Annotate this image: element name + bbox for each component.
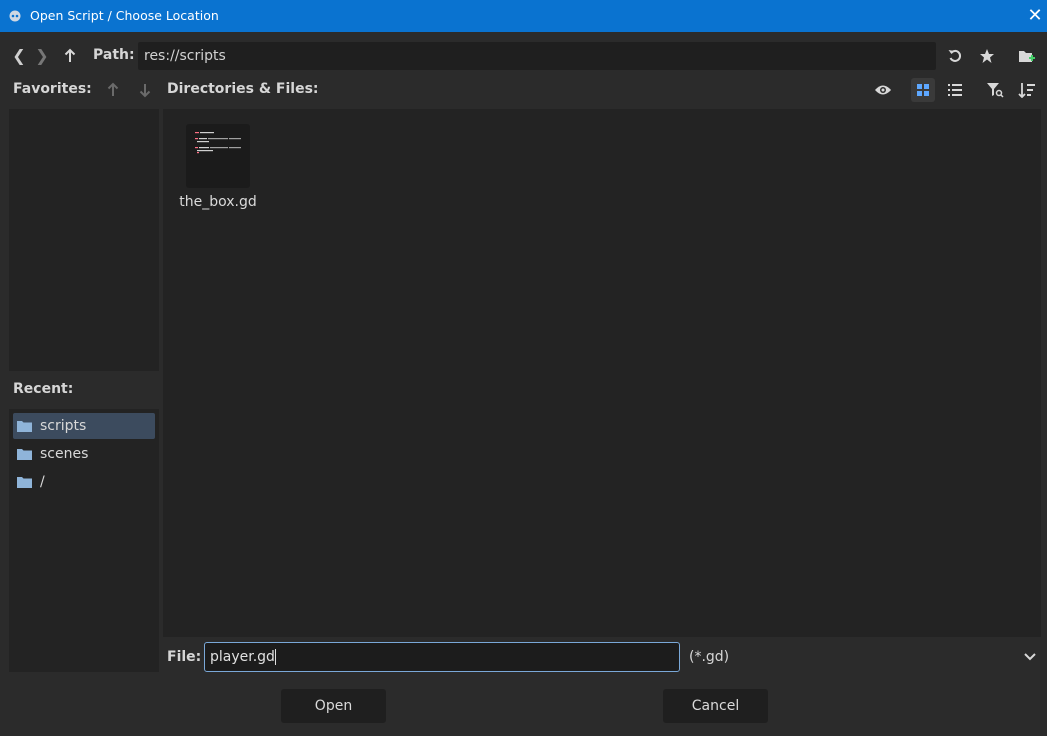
path-label: Path: — [93, 47, 135, 63]
move-favorite-up-icon[interactable] — [106, 82, 120, 98]
files-grid[interactable] — [163, 109, 1041, 637]
favorite-icon[interactable] — [975, 44, 999, 68]
recent-item-scenes[interactable]: scenes — [13, 441, 155, 467]
file-name-value: player.gd — [210, 649, 275, 665]
file-label: File: — [167, 649, 202, 665]
window-title: Open Script / Choose Location — [30, 8, 219, 23]
file-filter-select[interactable]: (*.gd) — [682, 642, 1041, 672]
file-name: the_box.gd — [179, 194, 257, 210]
up-icon[interactable] — [63, 48, 77, 64]
script-thumbnail-icon — [186, 124, 250, 188]
back-icon[interactable]: ❮ — [9, 45, 29, 67]
favorites-list[interactable] — [9, 109, 159, 371]
title-bar: Open Script / Choose Location ✕ — [0, 0, 1047, 32]
folder-icon — [17, 477, 32, 488]
refresh-icon[interactable] — [943, 44, 967, 68]
text-cursor — [274, 649, 276, 665]
godot-logo-icon — [9, 10, 21, 22]
recent-label: Recent: — [13, 381, 74, 397]
file-name-input[interactable]: player.gd — [204, 642, 680, 672]
list-view-icon[interactable] — [943, 78, 967, 102]
favorites-label: Favorites: — [13, 81, 92, 97]
new-folder-icon[interactable] — [1015, 44, 1039, 68]
folder-icon — [17, 449, 32, 460]
move-favorite-down-icon[interactable] — [138, 82, 152, 98]
path-input[interactable]: res://scripts — [138, 42, 936, 70]
filter-files-icon[interactable] — [983, 78, 1007, 102]
chevron-down-icon — [1024, 653, 1036, 661]
sort-icon[interactable] — [1015, 78, 1039, 102]
recent-item-label: scripts — [40, 418, 87, 434]
recent-item-label: scenes — [40, 446, 89, 462]
close-icon[interactable]: ✕ — [1026, 6, 1044, 26]
toggle-hidden-icon[interactable] — [871, 78, 895, 102]
file-item[interactable]: the_box.gd — [176, 120, 260, 220]
directories-label: Directories & Files: — [167, 81, 319, 97]
recent-item-label: / — [40, 474, 45, 490]
open-button[interactable]: Open — [281, 689, 386, 723]
forward-icon[interactable]: ❯ — [32, 45, 52, 67]
recent-item-scripts[interactable]: scripts — [13, 413, 155, 439]
grid-view-icon[interactable] — [911, 78, 935, 102]
cancel-button[interactable]: Cancel — [663, 689, 768, 723]
recent-item-root[interactable]: / — [13, 469, 155, 495]
recent-list[interactable]: scripts scenes / — [9, 409, 159, 672]
folder-icon — [17, 421, 32, 432]
file-filter-value: (*.gd) — [689, 649, 730, 665]
